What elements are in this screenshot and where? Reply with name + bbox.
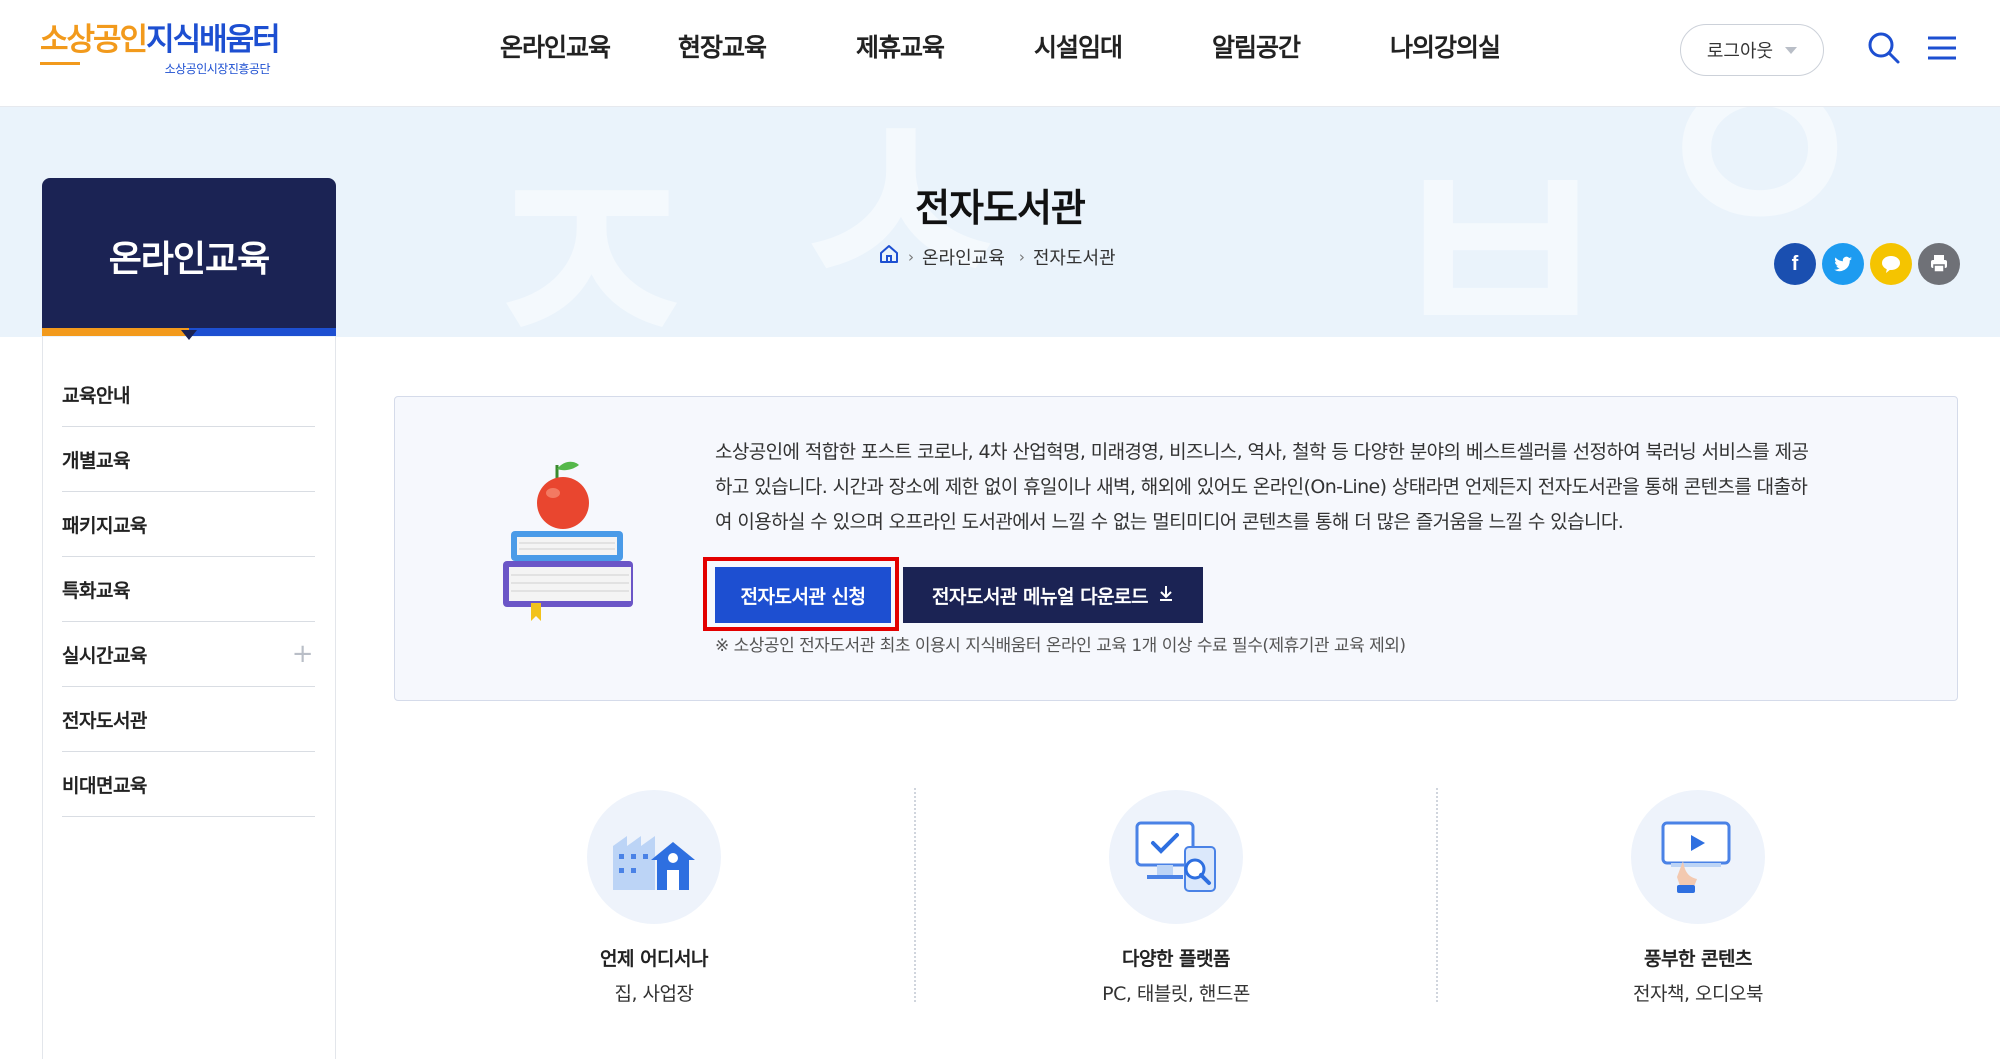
sidebar-title: 온라인교육 [108,239,271,280]
kakaotalk-icon[interactable] [1870,243,1912,285]
nav-notice-space[interactable]: 알림공간 [1182,28,1360,68]
sidebar-item-individual-education[interactable]: 개별교육 [62,427,315,492]
search-icon[interactable] [1864,28,1904,68]
books-apple-icon [495,453,645,627]
sidebar-item-special-education[interactable]: 특화교육 [62,557,315,622]
site-header: 소상공인지식배움터 소상공인시장진흥공단 온라인교육 현장교육 제휴교육 시설임… [0,0,2000,107]
hero-decoration: ㅂ [1380,107,1620,337]
nav-online-education[interactable]: 온라인교육 [470,28,648,68]
multi-device-icon [1109,790,1243,924]
sidebar-item-label: 개별교육 [62,449,130,472]
sidebar-header: 온라인교육 [42,178,336,334]
sidebar-item-label: 특화교육 [62,579,130,602]
sidebar-item-label: 전자도서관 [62,709,147,732]
breadcrumb-current: 전자도서관 [1032,247,1116,269]
feature-various-platforms: 다양한 플랫폼 PC, 태블릿, 핸드폰 [1046,790,1306,1006]
plus-icon[interactable]: + [292,639,315,669]
description-line: 소상공인에 적합한 포스트 코로나, 4차 산업혁명, 미래경영, 비즈니스, … [715,441,1809,463]
description-line: 여 이용하실 수 있으며 오프라인 도서관에서 느낄 수 없는 멀티미디어 콘텐… [715,511,1624,533]
nav-onsite-education[interactable]: 현장교육 [648,28,826,68]
download-icon [1158,584,1174,607]
sidebar-item-label: 비대면교육 [62,774,147,797]
logo-text: 소상공인지식배움터 [40,22,281,58]
nav-facility-rental[interactable]: 시설임대 [1004,28,1182,68]
nav-partner-education[interactable]: 제휴교육 [826,28,1004,68]
sidebar-item-realtime-education[interactable]: 실시간교육 + [62,622,315,687]
logout-label: 로그아웃 [1706,41,1774,62]
sidebar-item-education-guide[interactable]: 교육안내 [62,362,315,427]
chevron-down-icon [1785,46,1798,54]
feature-subtitle: PC, 태블릿, 핸드폰 [1102,983,1250,1005]
logo-underline [40,62,80,65]
feature-anytime-anywhere: 언제 어디서나 집, 사업장 [524,790,784,1006]
feature-title: 언제 어디서나 [600,948,709,970]
e-library-description: 소상공인에 적합한 포스트 코로나, 4차 산업혁명, 미래경영, 비즈니스, … [715,435,1895,540]
feature-divider [1436,788,1438,1002]
logout-button[interactable]: 로그아웃 [1680,24,1824,76]
feature-subtitle: 전자책, 오디오북 [1633,983,1763,1005]
hamburger-menu-icon[interactable] [1922,28,1962,68]
hero-decoration: ㅈ [470,116,710,337]
e-library-apply-button[interactable]: 전자도서관 신청 [715,567,891,623]
sidebar-item-label: 실시간교육 [62,644,147,667]
feature-divider [914,788,916,1002]
feature-title: 다양한 플랫폼 [1122,948,1231,970]
sidebar-item-label: 교육안내 [62,384,130,407]
sidebar-item-untact-education[interactable]: 비대면교육 [62,752,315,817]
manual-download-button[interactable]: 전자도서관 메뉴얼 다운로드 [903,567,1203,623]
manual-download-label: 전자도서관 메뉴얼 다운로드 [932,585,1149,608]
sidebar-menu: 교육안내 개별교육 패키지교육 특화교육 실시간교육 + 전자도서관 비대면교육 [62,362,315,817]
main-navigation: 온라인교육 현장교육 제휴교육 시설임대 알림공간 나의강의실 [470,28,1538,68]
feature-title: 풍부한 콘텐츠 [1644,948,1753,970]
feature-subtitle: 집, 사업장 [614,983,695,1005]
breadcrumb: › 온라인교육 › 전자도서관 [878,243,1116,270]
site-logo[interactable]: 소상공인지식배움터 소상공인시장진흥공단 [40,22,281,78]
sidebar-accent-orange [42,328,189,336]
sidebar-item-label: 패키지교육 [62,514,147,537]
sidebar-notch [181,330,197,340]
description-line: 하고 있습니다. 시간과 장소에 제한 없이 휴일이나 새벽, 해외에 있어도 … [715,476,1808,498]
sidebar-item-package-education[interactable]: 패키지교육 [62,492,315,557]
video-content-icon [1631,790,1765,924]
sidebar-item-e-library[interactable]: 전자도서관 [62,687,315,752]
logo-subtitle: 소상공인시장진흥공단 [164,62,271,76]
home-icon[interactable] [878,243,900,270]
breadcrumb-separator: › [908,247,914,266]
print-icon[interactable] [1918,243,1960,285]
feature-rich-contents: 풍부한 콘텐츠 전자책, 오디오북 [1568,790,1828,1006]
usage-notice: ※ 소상공인 전자도서관 최초 이용시 지식배움터 온라인 교육 1개 이상 수… [715,636,1406,656]
factory-house-icon [587,790,721,924]
e-library-intro-box: 소상공인에 적합한 포스트 코로나, 4차 산업혁명, 미래경영, 비즈니스, … [394,396,1958,701]
sidebar-accent-blue [189,328,336,336]
facebook-icon[interactable]: f [1774,243,1816,285]
breadcrumb-online-education[interactable]: 온라인교육 [922,244,1005,270]
twitter-icon[interactable] [1822,243,1864,285]
nav-my-classroom[interactable]: 나의강의실 [1360,28,1538,68]
breadcrumb-separator: › [1018,247,1025,266]
